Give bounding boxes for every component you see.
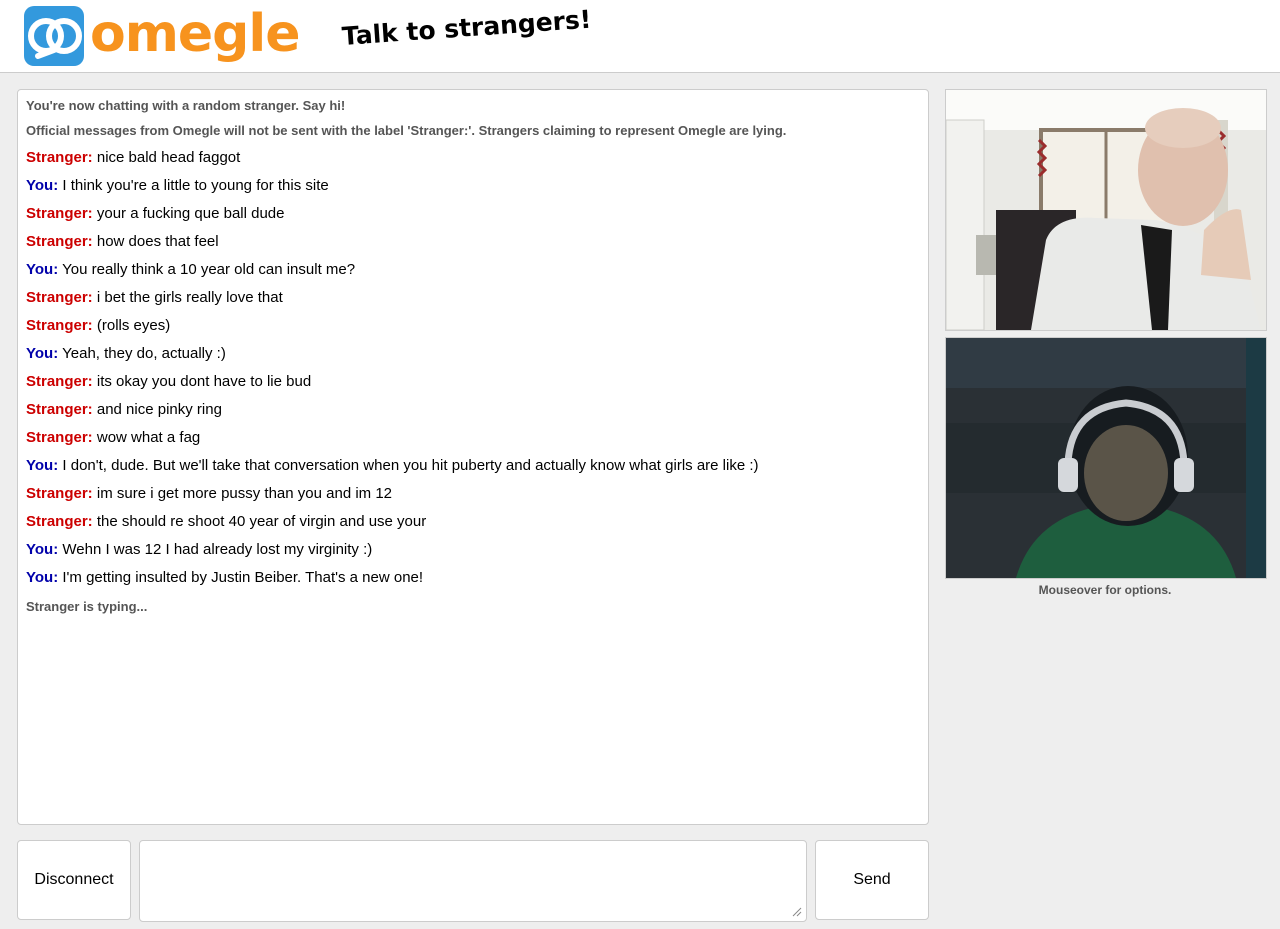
message-text: wow what a fag: [96, 429, 201, 446]
message-text: I don't, dude. But we'll take that conve…: [62, 457, 759, 474]
omegle-logo-text[interactable]: omegle: [90, 2, 300, 66]
status-line: You're now chatting with a random strang…: [26, 98, 346, 113]
stranger-label: Stranger:: [26, 401, 93, 418]
message-text: your a fucking que ball dude: [96, 205, 285, 222]
omegle-logo-icon[interactable]: [24, 6, 84, 66]
chat-message: Stranger: (rolls eyes): [26, 316, 920, 344]
message-text: i bet the girls really love that: [96, 289, 283, 306]
message-text: the should re shoot 40 year of virgin an…: [96, 513, 427, 530]
self-video[interactable]: [945, 337, 1267, 579]
message-text: You really think a 10 year old can insul…: [62, 261, 356, 278]
video-options-hint: Mouseover for options.: [1038, 583, 1172, 597]
status-line: Official messages from Omegle will not b…: [26, 123, 787, 138]
chat-message: Stranger: the should re shoot 40 year of…: [26, 512, 920, 540]
stranger-video[interactable]: [945, 89, 1267, 331]
you-label: You:: [26, 261, 59, 278]
chat-message: Stranger: im sure i get more pussy than …: [26, 484, 920, 512]
chat-message: Stranger: your a fucking que ball dude: [26, 204, 920, 232]
disconnect-button[interactable]: Disconnect: [17, 840, 131, 920]
chat-message: You: I think you're a little to young fo…: [26, 176, 920, 204]
message-text: nice bald head faggot: [96, 149, 241, 166]
send-button[interactable]: Send: [815, 840, 929, 920]
stranger-video-feed: [946, 90, 1266, 330]
you-label: You:: [26, 457, 59, 474]
message-text: im sure i get more pussy than you and im…: [96, 485, 393, 502]
message-text: Wehn I was 12 I had already lost my virg…: [62, 541, 373, 558]
stranger-label: Stranger:: [26, 513, 93, 530]
message-text: (rolls eyes): [96, 317, 171, 334]
stranger-label: Stranger:: [26, 149, 93, 166]
chat-message: Stranger: and nice pinky ring: [26, 400, 920, 428]
stranger-label: Stranger:: [26, 205, 93, 222]
you-label: You:: [26, 541, 59, 558]
chat-message: Stranger: i bet the girls really love th…: [26, 288, 920, 316]
chat-log[interactable]: You're now chatting with a random strang…: [17, 89, 929, 825]
message-text: I'm getting insulted by Justin Beiber. T…: [62, 569, 424, 586]
typing-indicator: Stranger is typing...: [26, 599, 148, 614]
message-text: its okay you dont have to lie bud: [96, 373, 312, 390]
message-text: how does that feel: [96, 233, 219, 250]
chat-message: Stranger: nice bald head faggot: [26, 148, 920, 176]
stranger-label: Stranger:: [26, 429, 93, 446]
tagline: Talk to strangers!: [340, 4, 593, 51]
message-list: Stranger: nice bald head faggot You: I th…: [26, 148, 920, 596]
you-label: You:: [26, 345, 59, 362]
stranger-label: Stranger:: [26, 233, 93, 250]
you-label: You:: [26, 569, 59, 586]
message-input[interactable]: [139, 840, 807, 922]
chat-message: You: I'm getting insulted by Justin Beib…: [26, 568, 920, 596]
stranger-label: Stranger:: [26, 485, 93, 502]
chat-message: You: Yeah, they do, actually :): [26, 344, 920, 372]
you-label: You:: [26, 177, 59, 194]
chat-message: You: I don't, dude. But we'll take that …: [26, 456, 920, 484]
chat-message: You: You really think a 10 year old can …: [26, 260, 920, 288]
self-video-feed: [946, 338, 1266, 578]
stranger-label: Stranger:: [26, 373, 93, 390]
site-header: omegle Talk to strangers!: [0, 0, 1280, 73]
chat-message: You: Wehn I was 12 I had already lost my…: [26, 540, 920, 568]
resize-grip-icon[interactable]: [792, 907, 802, 917]
message-text: and nice pinky ring: [96, 401, 222, 418]
stranger-label: Stranger:: [26, 317, 93, 334]
message-text: Yeah, they do, actually :): [62, 345, 226, 362]
chat-message: Stranger: wow what a fag: [26, 428, 920, 456]
chat-message: Stranger: its okay you dont have to lie …: [26, 372, 920, 400]
message-text: I think you're a little to young for thi…: [62, 177, 329, 194]
stranger-label: Stranger:: [26, 289, 93, 306]
chat-message: Stranger: how does that feel: [26, 232, 920, 260]
